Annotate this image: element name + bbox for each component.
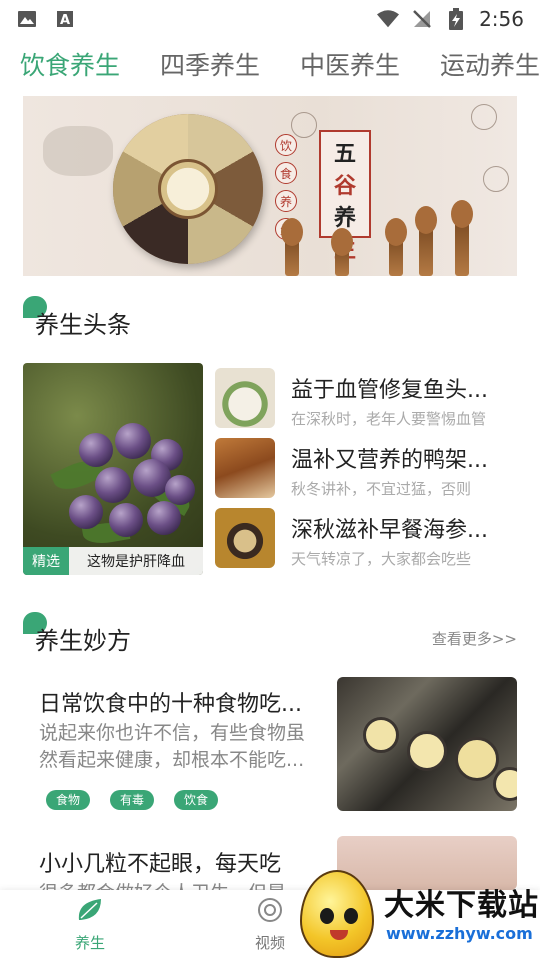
spoon-image — [281, 218, 303, 276]
recipe-tags: 食物 有毒 饮食 — [46, 790, 219, 810]
spoon-image — [331, 228, 353, 276]
watermark-logo: 大米下载站 www.zzhyw.com — [296, 866, 540, 960]
wifi-icon — [377, 8, 400, 30]
nav-label: 视频 — [254, 934, 285, 952]
video-icon — [256, 896, 284, 928]
banner-seal: 五 谷 养 生 — [319, 130, 371, 263]
grain-tray-image — [113, 114, 263, 264]
category-tabs: 饮食养生 四季养生 中医养生 运动养生 — [0, 44, 540, 92]
watermark-url: www.zzhyw.com — [386, 924, 533, 943]
recipe-card[interactable]: 日常饮食中的十种食物吃... 说起来你也许不信，有些食物虽然看起来健康，却根本不… — [23, 676, 517, 816]
svg-text:A: A — [60, 13, 70, 28]
banner-carousel[interactable]: 饮 食 养 生 五 谷 养 生 — [23, 96, 517, 276]
image-icon — [16, 8, 38, 30]
headline-title: 益于血管修复鱼头... — [291, 378, 488, 403]
recipe-desc: 说起来你也许不信，有些食物虽然看起来健康，却根本不能吃... — [39, 722, 306, 771]
headline-item[interactable]: 深秋滋补早餐海参... 天气转凉了，大家都会吃些 — [215, 508, 517, 568]
headline-desc: 秋冬讲补，不宜过猛，否则 — [291, 480, 472, 498]
recipe-image — [337, 677, 517, 811]
featured-caption: 这物是护肝降血 — [69, 547, 203, 575]
status-bar: A 2:56 — [0, 0, 540, 38]
see-more-link[interactable]: 查看更多>> — [432, 628, 517, 649]
tag-chip[interactable]: 食物 — [46, 790, 91, 810]
headline-desc: 天气转凉了，大家都会吃些 — [291, 550, 472, 568]
tab-seasonal-health[interactable]: 四季养生 — [120, 44, 260, 92]
headlines-section-title: 养生头条 — [23, 296, 131, 340]
tab-diet-health[interactable]: 饮食养生 — [0, 44, 120, 92]
featured-tag: 精选 — [23, 547, 69, 575]
recipe-title: 小小几粒不起眼，每天吃 — [39, 852, 282, 877]
banner-decoration — [43, 126, 113, 176]
leaf-icon — [75, 896, 105, 928]
recipes-section-title: 养生妙方 — [23, 612, 131, 656]
no-signal-icon — [411, 8, 433, 30]
battery-charging-icon — [445, 8, 467, 30]
headline-desc: 在深秋时，老年人要警惕血管 — [291, 410, 487, 428]
watermark-name: 大米下载站 — [384, 888, 539, 923]
recipe-title: 日常饮食中的十种食物吃... — [39, 692, 302, 717]
spoon-image — [385, 218, 407, 276]
spoon-image — [451, 200, 473, 276]
tab-exercise-health[interactable]: 运动养生 — [400, 44, 540, 92]
nav-health[interactable]: 养生 — [50, 896, 130, 953]
flower-decoration — [483, 166, 509, 192]
tag-chip[interactable]: 有毒 — [110, 790, 155, 810]
status-time: 2:56 — [479, 7, 524, 31]
text-a-icon: A — [54, 8, 76, 30]
flower-decoration — [291, 112, 317, 138]
headline-thumbnail — [215, 508, 275, 568]
tab-tcm-health[interactable]: 中医养生 — [260, 44, 400, 92]
headline-title: 深秋滋补早餐海参... — [291, 518, 488, 543]
spoon-image — [415, 206, 437, 276]
headline-item[interactable]: 温补又营养的鸭架... 秋冬讲补，不宜过猛，否则 — [215, 438, 517, 498]
featured-article-card[interactable]: 精选 这物是护肝降血 — [23, 363, 203, 575]
headline-title: 温补又营养的鸭架... — [291, 448, 488, 473]
tag-chip[interactable]: 饮食 — [174, 790, 219, 810]
nav-label: 养生 — [74, 934, 105, 952]
headline-thumbnail — [215, 368, 275, 428]
mascot-egg-icon — [300, 870, 374, 958]
headline-thumbnail — [215, 438, 275, 498]
headline-item[interactable]: 益于血管修复鱼头... 在深秋时，老年人要警惕血管 — [215, 368, 517, 428]
flower-decoration — [471, 104, 497, 130]
